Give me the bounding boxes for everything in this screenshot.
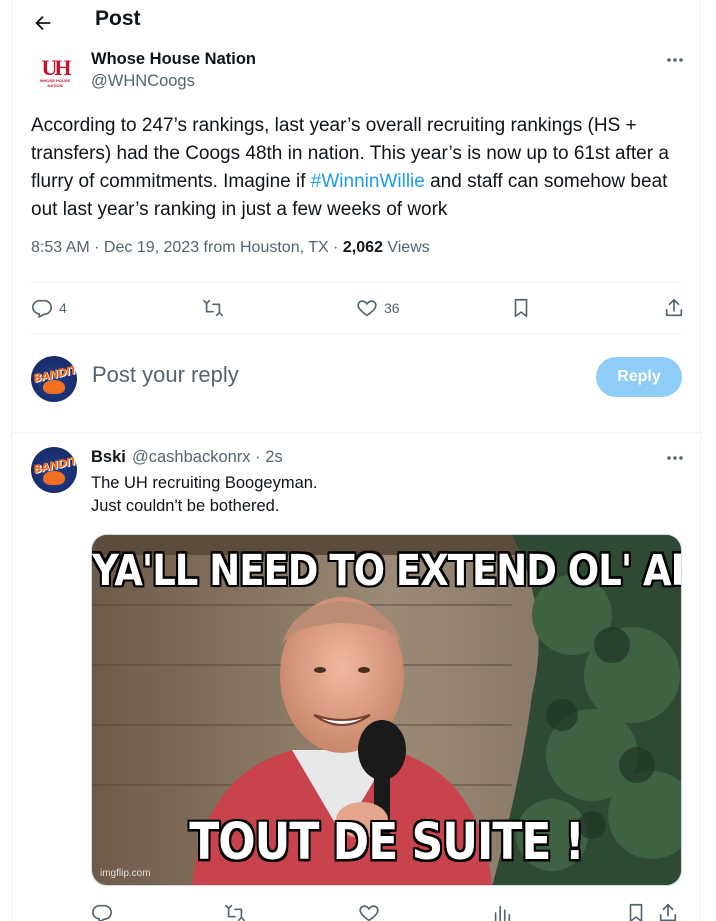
uh-logo: UH <box>41 55 72 80</box>
share-icon <box>665 298 683 317</box>
reply-action[interactable]: 4 <box>31 295 67 321</box>
like-action[interactable] <box>358 900 380 921</box>
user-avatar[interactable]: BANDITS <box>31 356 77 402</box>
reply-text-line: Just couldn't be bothered. <box>91 497 280 515</box>
more-options-button[interactable] <box>664 52 686 68</box>
author-handle[interactable]: @WHNCoogs <box>91 72 195 91</box>
reply-bubble-icon <box>32 299 52 319</box>
meme-watermark: imgflip.com <box>100 868 151 879</box>
reply-text-line: The UH recruiting Boogeyman. <box>91 474 318 492</box>
author-name[interactable]: Whose House Nation <box>91 50 256 69</box>
more-dots-icon <box>667 58 683 62</box>
heart-icon <box>357 300 377 317</box>
share-action[interactable] <box>663 295 685 321</box>
page-title: Post <box>95 7 141 30</box>
meme-caption-bottom: TOUT DE SUITE ! <box>189 813 585 872</box>
bookmark-icon <box>629 903 643 921</box>
bookmark-action[interactable] <box>625 900 647 921</box>
arrow-left-icon <box>35 15 51 31</box>
reply-button[interactable]: Reply <box>596 357 682 397</box>
more-dots-icon <box>667 456 683 460</box>
reply-count: 4 <box>59 300 67 316</box>
like-count: 36 <box>384 300 400 316</box>
bookmark-action[interactable] <box>510 295 532 321</box>
repost-icon <box>203 299 223 317</box>
back-button[interactable] <box>28 8 58 38</box>
reply-text: The UH recruiting Boogeyman. Just couldn… <box>91 472 318 518</box>
reply-more-options-button[interactable] <box>664 450 686 466</box>
repost-icon <box>225 904 245 921</box>
reply-author-avatar[interactable]: BANDITS <box>31 447 77 493</box>
post-actions: 4 36 <box>31 295 685 321</box>
views-label: Views <box>382 239 430 256</box>
share-action[interactable] <box>657 900 679 921</box>
divider <box>31 334 682 335</box>
reply-actions <box>91 900 682 921</box>
analytics-bars-icon <box>494 905 511 921</box>
repost-action[interactable] <box>224 900 246 921</box>
post-meta: 8:53 AM · Dec 19, 2023 from Houston, TX … <box>31 239 430 257</box>
bandits-mascot <box>43 380 65 394</box>
hashtag-link[interactable]: #WinninWillie <box>311 171 425 192</box>
reply-author-handle[interactable]: @cashbackonrx · 2s <box>132 448 283 467</box>
views-count: 2,062 <box>342 239 383 256</box>
page-header: Post <box>12 0 702 44</box>
repost-action[interactable] <box>202 295 224 321</box>
bandits-mascot <box>43 471 65 485</box>
timeline-column: Post UH WHOSE HOUSE NATION Whose House N… <box>11 0 702 921</box>
meme-caption-top: YA'LL NEED TO EXTEND OL' ARANDA <box>92 545 681 596</box>
reply-bubble-icon <box>92 904 112 921</box>
reply-action[interactable] <box>91 900 113 921</box>
reply-input[interactable]: Post your reply <box>92 362 239 388</box>
divider <box>12 432 702 433</box>
views-action[interactable] <box>491 900 513 921</box>
like-action[interactable]: 36 <box>356 295 400 321</box>
meme-image[interactable]: YA'LL NEED TO EXTEND OL' ARANDA TOUT DE … <box>91 534 682 886</box>
heart-icon <box>359 905 379 921</box>
post-timestamp[interactable]: 8:53 AM · Dec 19, 2023 from Houston, TX … <box>31 239 343 256</box>
uh-logo-subtext: WHOSE HOUSE NATION <box>39 78 71 88</box>
share-icon <box>659 903 677 921</box>
bookmark-icon <box>514 298 528 318</box>
author-avatar[interactable]: UH WHOSE HOUSE NATION <box>34 52 76 94</box>
post-text: According to 247’s rankings, last year’s… <box>31 112 691 224</box>
reply-author-name[interactable]: Bski <box>91 448 126 467</box>
divider <box>31 281 682 282</box>
